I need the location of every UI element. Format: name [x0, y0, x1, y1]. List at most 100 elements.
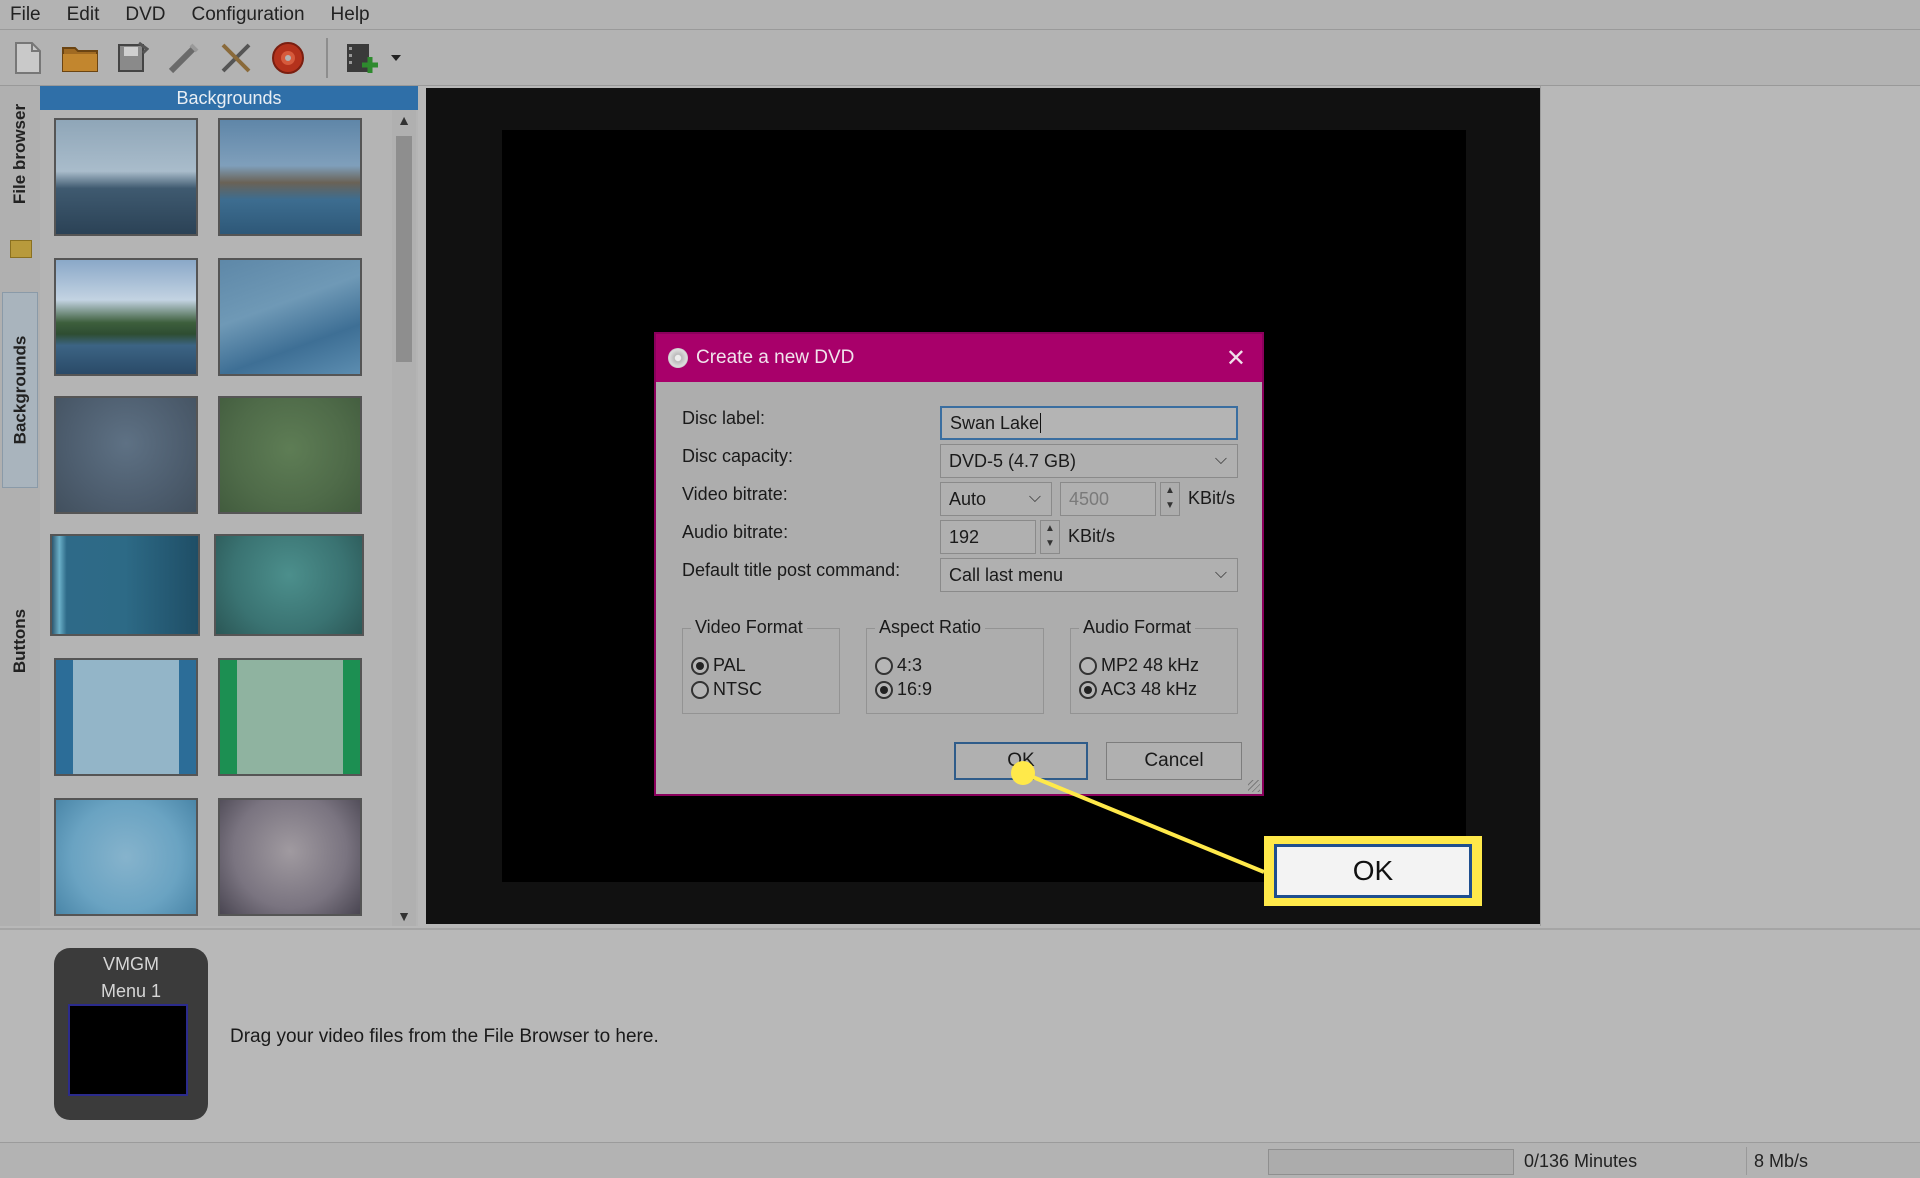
- audio-format-group: Audio Format MP2 48 kHz AC3 48 kHz: [1070, 617, 1238, 714]
- disc-label-label: Disc label:: [682, 408, 766, 428]
- audio-format-title: Audio Format: [1079, 617, 1196, 638]
- audio-mp2-option[interactable]: MP2 48 kHz: [1079, 655, 1199, 676]
- radio-16-9-label: 16:9: [897, 679, 933, 699]
- aspect-4-3-option[interactable]: 4:3: [875, 655, 922, 676]
- open-folder-icon[interactable]: [60, 38, 100, 78]
- dropdown-arrow-icon[interactable]: [390, 38, 404, 78]
- disc-label-input[interactable]: Swan Lake: [940, 406, 1238, 440]
- duration-status: 0/136 Minutes: [1524, 1151, 1638, 1171]
- dialog-title-bar: Create a new DVD ✕: [656, 334, 1262, 382]
- menu1-label: Menu 1: [100, 981, 162, 1001]
- background-thumb-teal-texture[interactable]: [214, 534, 364, 636]
- ok-button[interactable]: OK: [954, 742, 1088, 780]
- menu1-thumbnail[interactable]: [68, 1004, 188, 1096]
- background-thumb-teal-stripes[interactable]: [50, 534, 200, 636]
- text-caret: [1040, 413, 1042, 433]
- cancel-button[interactable]: Cancel: [1106, 742, 1242, 780]
- dialog-title: Create a new DVD: [696, 347, 855, 368]
- vmgm-label: VMGM: [103, 954, 159, 974]
- background-thumb-mist[interactable]: [218, 258, 362, 376]
- tab-file-browser[interactable]: File browser: [2, 94, 38, 214]
- menu-file[interactable]: File: [10, 4, 41, 26]
- disc-usage-bar: [1268, 1149, 1514, 1175]
- scroll-up-icon[interactable]: ▲: [392, 112, 416, 128]
- drag-hint-text: Drag your video files from the File Brow…: [230, 1026, 659, 1047]
- scrollbar-thumb[interactable]: [396, 136, 412, 362]
- background-thumb-coast[interactable]: [54, 258, 198, 376]
- radio-16-9[interactable]: [875, 680, 893, 699]
- video-format-pal-option[interactable]: PAL: [691, 655, 746, 676]
- folder-icon: [10, 240, 32, 258]
- titleset-area: VMGM Menu 1 Drag your video files from t…: [0, 928, 1920, 1142]
- aspect-ratio-group: Aspect Ratio 4:3 16:9: [866, 617, 1044, 714]
- disc-capacity-select[interactable]: DVD-5 (4.7 GB) ⌵: [940, 444, 1238, 478]
- add-video-icon[interactable]: [342, 38, 382, 78]
- scroll-down-icon[interactable]: ▼: [392, 908, 416, 924]
- radio-pal[interactable]: [691, 656, 709, 675]
- video-bitrate-input: 4500: [1060, 482, 1156, 516]
- burn-disc-icon[interactable]: [268, 38, 308, 78]
- audio-bitrate-value: 192: [949, 526, 980, 547]
- background-thumb-green[interactable]: [218, 396, 362, 514]
- radio-4-3[interactable]: [875, 656, 893, 675]
- background-thumb-blue-frame[interactable]: [54, 658, 198, 776]
- menu-dvd[interactable]: DVD: [125, 4, 165, 26]
- radio-ntsc[interactable]: [691, 680, 709, 699]
- chevron-down-icon: ⌵: [1214, 565, 1227, 582]
- radio-ac3[interactable]: [1079, 680, 1097, 699]
- background-thumb-slate[interactable]: [54, 396, 198, 514]
- side-tabs: File browser Backgrounds Buttons: [0, 86, 40, 926]
- create-dvd-dialog: Create a new DVD ✕ Disc label: Swan Lake…: [654, 332, 1264, 796]
- backgrounds-panel: Backgrounds ▲ ▼: [40, 86, 418, 926]
- audio-ac3-option[interactable]: AC3 48 kHz: [1079, 679, 1197, 700]
- background-thumb-grey-purple[interactable]: [218, 798, 362, 916]
- video-bitrate-mode-value: Auto: [949, 488, 987, 509]
- status-bar: 0/136 Minutes 8 Mb/s: [0, 1142, 1920, 1178]
- radio-ntsc-label: NTSC: [713, 679, 762, 699]
- aspect-16-9-option[interactable]: 16:9: [875, 679, 932, 700]
- post-command-label: Default title post command:: [682, 560, 901, 580]
- post-command-select[interactable]: Call last menu ⌵: [940, 558, 1238, 592]
- video-format-ntsc-option[interactable]: NTSC: [691, 679, 762, 700]
- audio-bitrate-spinner[interactable]: ▲ ▼: [1040, 520, 1060, 554]
- burn-wand-icon[interactable]: [164, 38, 204, 78]
- vmgm-menu-card[interactable]: VMGM Menu 1: [54, 948, 208, 1120]
- chevron-down-icon: ⌵: [1214, 451, 1227, 468]
- radio-mp2-label: MP2 48 kHz: [1101, 655, 1200, 675]
- save-icon[interactable]: [112, 38, 152, 78]
- settings-tools-icon[interactable]: [216, 38, 256, 78]
- close-icon[interactable]: ✕: [1226, 344, 1246, 373]
- disc-icon: [668, 348, 688, 368]
- video-bitrate-unit: KBit/s: [1188, 488, 1236, 508]
- background-thumb-light-blue[interactable]: [54, 798, 198, 916]
- toolbar-separator: [326, 37, 328, 78]
- menu-edit[interactable]: Edit: [67, 4, 100, 26]
- menu-help[interactable]: Help: [331, 4, 370, 26]
- tab-backgrounds[interactable]: Backgrounds: [2, 292, 38, 488]
- background-thumb-green-frame[interactable]: [218, 658, 362, 776]
- audio-bitrate-input[interactable]: 192: [940, 520, 1036, 554]
- background-thumb-boat[interactable]: [218, 118, 362, 236]
- resize-grip-icon[interactable]: [1248, 780, 1260, 792]
- audio-bitrate-label: Audio bitrate:: [682, 522, 789, 542]
- radio-mp2[interactable]: [1079, 656, 1097, 675]
- radio-4-3-label: 4:3: [897, 655, 923, 675]
- menu-configuration[interactable]: Configuration: [192, 4, 305, 26]
- radio-ac3-label: AC3 48 kHz: [1101, 679, 1198, 699]
- menu-bar: File Edit DVD Configuration Help: [0, 0, 1920, 30]
- bitrate-status: 8 Mb/s: [1754, 1151, 1809, 1171]
- video-bitrate-label: Video bitrate:: [682, 484, 788, 504]
- aspect-ratio-title: Aspect Ratio: [875, 617, 986, 638]
- callout-ok-button: OK: [1274, 844, 1472, 898]
- backgrounds-scrollbar[interactable]: ▲ ▼: [392, 110, 416, 926]
- video-format-group: Video Format PAL NTSC: [682, 617, 840, 714]
- background-thumb-sea-clouds[interactable]: [54, 118, 198, 236]
- tab-buttons[interactable]: Buttons: [2, 586, 38, 696]
- callout-highlight: OK: [1264, 836, 1482, 906]
- video-bitrate-mode-select[interactable]: Auto ⌵: [940, 482, 1052, 516]
- toolbar: [0, 30, 1920, 86]
- status-divider: [1746, 1147, 1747, 1175]
- new-file-icon[interactable]: [8, 38, 48, 78]
- video-bitrate-spinner: ▲ ▼: [1160, 482, 1180, 516]
- properties-area: [1540, 86, 1920, 926]
